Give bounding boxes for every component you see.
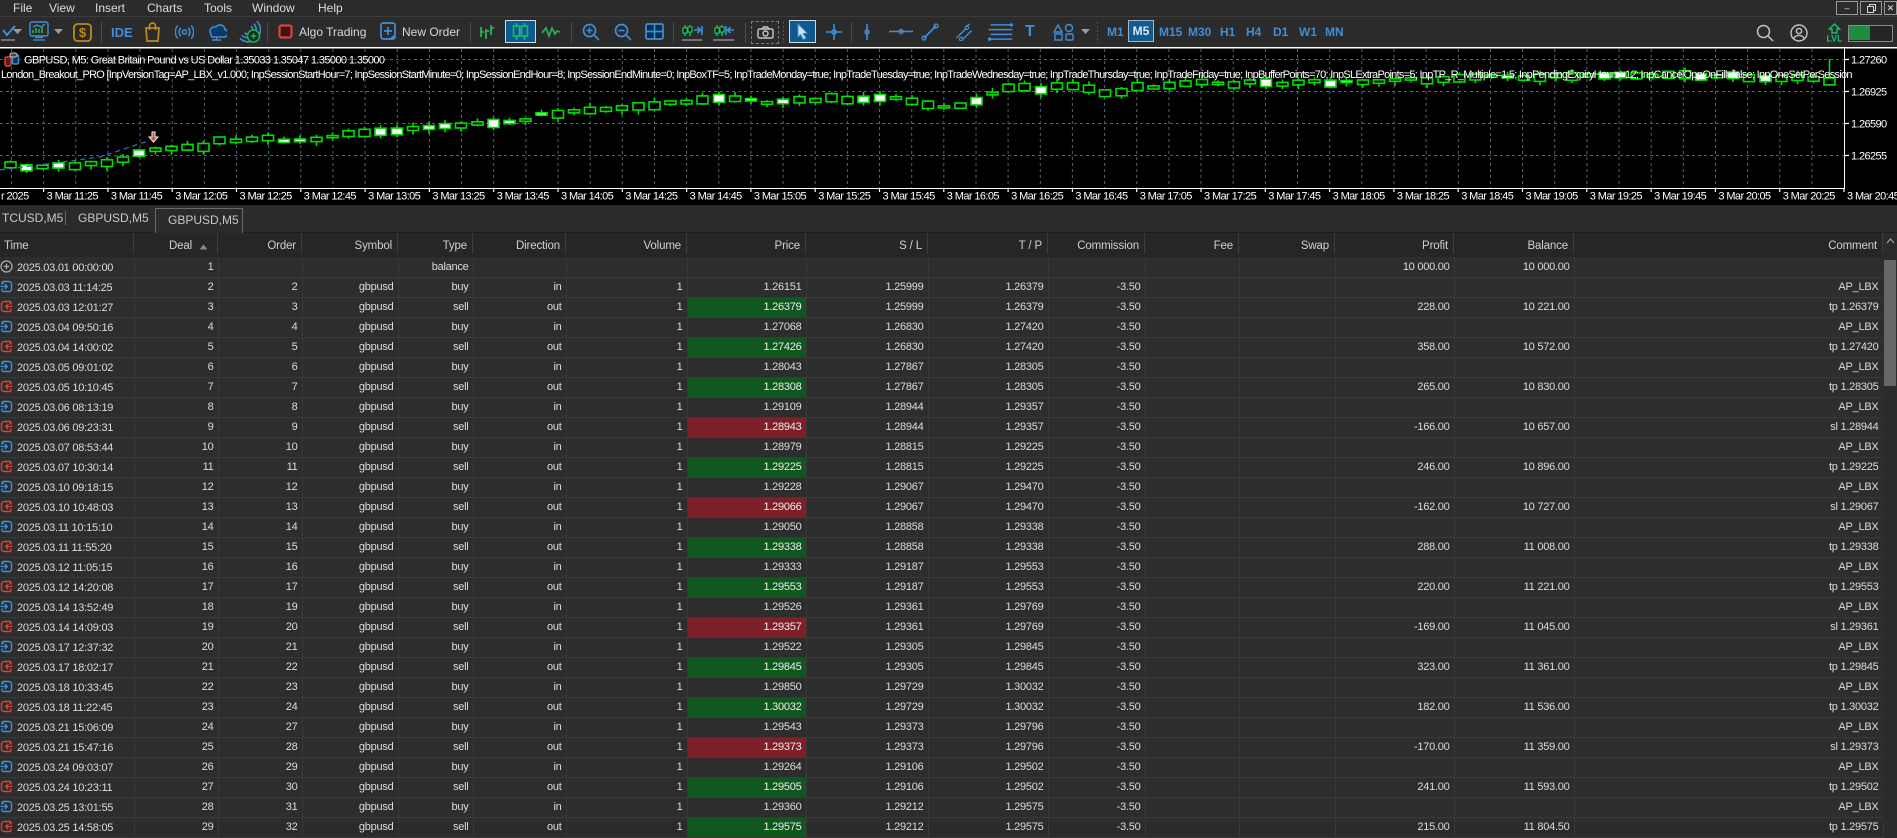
svg-text:3 Mar 18:45: 3 Mar 18:45 [1461,191,1514,203]
svg-text:3 Mar 17:05: 3 Mar 17:05 [1140,191,1193,203]
svg-text:3 Mar 11:45: 3 Mar 11:45 [111,191,163,203]
svg-text:3 Mar 12:45: 3 Mar 12:45 [304,191,357,203]
svg-text:3 Mar 18:25: 3 Mar 18:25 [1397,191,1450,203]
svg-text:3 Mar 20:25: 3 Mar 20:25 [1783,191,1836,203]
svg-text:3 Mar 16:05: 3 Mar 16:05 [947,191,1000,203]
svg-text:3 Mar 17:45: 3 Mar 17:45 [1268,191,1321,203]
svg-text:3 Mar 11:25: 3 Mar 11:25 [47,191,99,203]
svg-text:3 Mar 19:25: 3 Mar 19:25 [1590,191,1643,203]
svg-text:3 Mar 14:25: 3 Mar 14:25 [625,191,678,203]
svg-text:1.26255: 1.26255 [1851,151,1887,163]
svg-text:3 Mar 15:05: 3 Mar 15:05 [754,191,807,203]
svg-text:3 Mar 16:45: 3 Mar 16:45 [1075,191,1128,203]
svg-text:3 Mar 13:25: 3 Mar 13:25 [432,191,485,203]
svg-text:3 Mar 18:05: 3 Mar 18:05 [1333,191,1386,203]
svg-text:3 Mar 14:45: 3 Mar 14:45 [690,191,743,203]
svg-text:3 Mar 15:45: 3 Mar 15:45 [883,191,936,203]
svg-text:3 Mar 19:05: 3 Mar 19:05 [1526,191,1579,203]
svg-text:3 Mar 16:25: 3 Mar 16:25 [1011,191,1064,203]
svg-text:3 Mar 12:05: 3 Mar 12:05 [175,191,228,203]
svg-text:3 Mar 14:05: 3 Mar 14:05 [561,191,614,203]
svg-text:1.26925: 1.26925 [1851,87,1887,99]
svg-text:3 Mar 20:45: 3 Mar 20:45 [1847,191,1897,203]
svg-text:1.27260: 1.27260 [1851,55,1887,67]
svg-text:3 Mar 13:45: 3 Mar 13:45 [497,191,550,203]
svg-text:3 Mar 17:25: 3 Mar 17:25 [1204,191,1257,203]
svg-text:3 Mar 15:25: 3 Mar 15:25 [818,191,871,203]
svg-text:GBPUSD, M5: Great Britain Pou: GBPUSD, M5: Great Britain Pound vs US Do… [24,55,385,67]
svg-text:3 Mar 13:05: 3 Mar 13:05 [368,191,421,203]
svg-text:$: $ [79,25,87,40]
svg-text:LVL: LVL [1827,34,1842,44]
svg-text:r 2025: r 2025 [1,191,29,203]
svg-text:3 Mar 12:25: 3 Mar 12:25 [240,191,293,203]
svg-text:London_Breakout_PRO [InpVersio: London_Breakout_PRO [InpVersionTag=AP_LB… [1,69,1852,81]
svg-text:3 Mar 20:05: 3 Mar 20:05 [1718,191,1771,203]
svg-text:3 Mar 19:45: 3 Mar 19:45 [1654,191,1707,203]
svg-text:1.26590: 1.26590 [1851,119,1887,131]
